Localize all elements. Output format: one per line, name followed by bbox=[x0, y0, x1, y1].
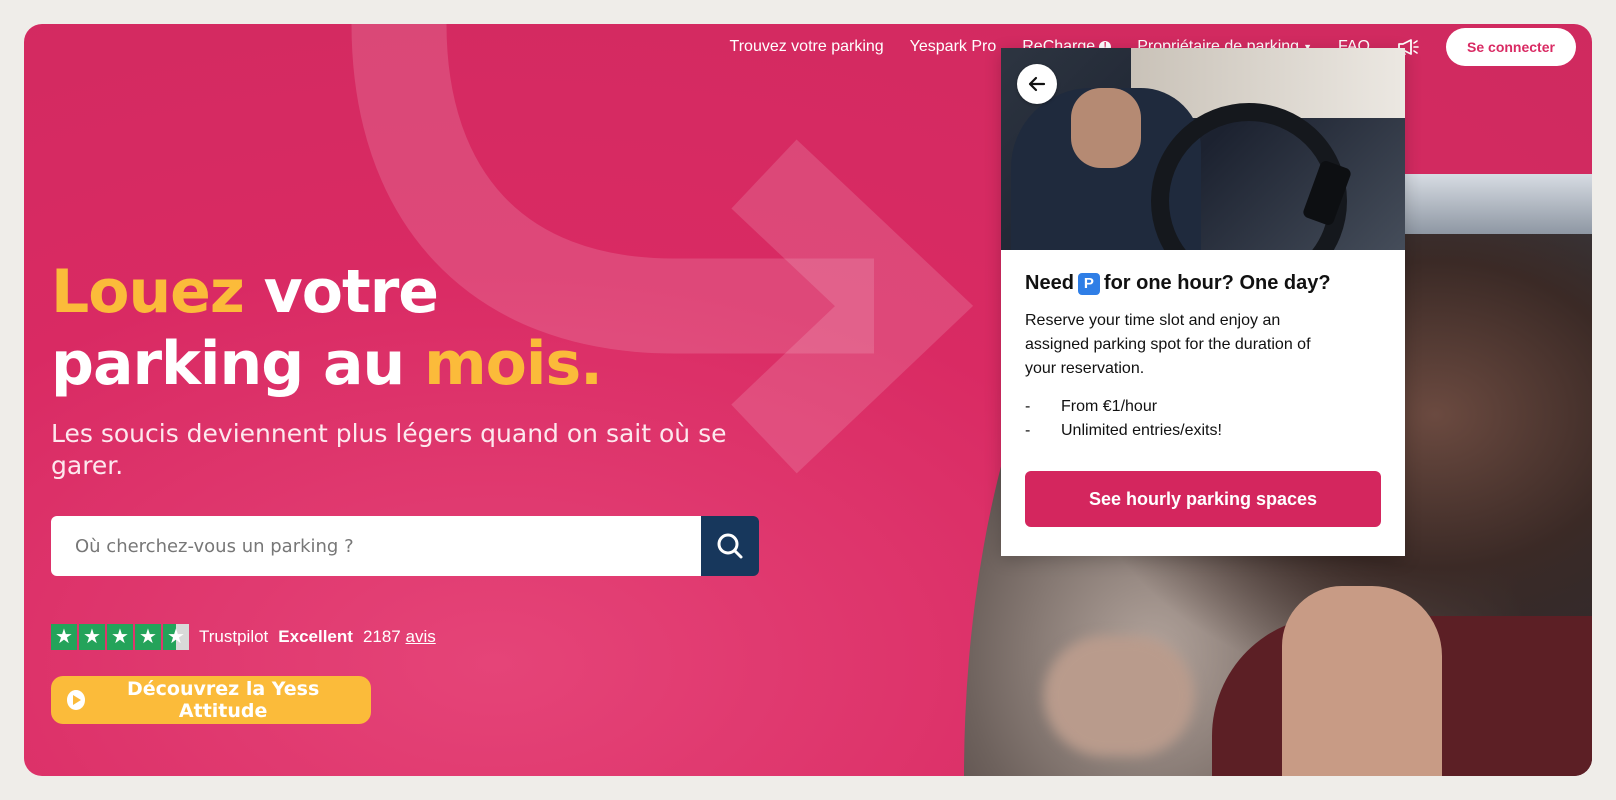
trustpilot-rating: ★ ★ ★ ★ ★ Trustpilot Excellent 2187 avis bbox=[51, 624, 436, 650]
feature-price: From €1/hour bbox=[1061, 398, 1158, 415]
play-icon bbox=[67, 690, 86, 710]
hourly-parking-card: Need P for one hour? One day? Reserve yo… bbox=[1001, 48, 1405, 556]
card-title: Need P for one hour? One day? bbox=[1025, 272, 1381, 295]
back-button[interactable] bbox=[1017, 64, 1057, 104]
trustpilot-brand: Trustpilot bbox=[199, 627, 269, 646]
yess-attitude-button[interactable]: Découvrez la Yess Attitude bbox=[51, 676, 371, 724]
review-count-number: 2187 bbox=[362, 627, 401, 646]
star-icon: ★ bbox=[79, 624, 105, 650]
rating-stars: ★ ★ ★ ★ ★ bbox=[51, 624, 189, 650]
nav-link-yespark-pro[interactable]: Yespark Pro bbox=[910, 38, 997, 56]
card-title-after: for one hour? One day? bbox=[1103, 272, 1331, 294]
feature-entries: Unlimited entries/exits! bbox=[1061, 422, 1222, 439]
hero-subtitle: Les soucis deviennent plus légers quand … bbox=[51, 419, 727, 480]
star-icon: ★ bbox=[135, 624, 161, 650]
parking-search bbox=[51, 516, 759, 576]
arrow-left-icon bbox=[1028, 76, 1046, 92]
card-feature-list: - From €1/hour - Unlimited entries/exits! bbox=[1025, 395, 1381, 443]
card-image bbox=[1001, 48, 1405, 250]
hero-title-accent-2: mois. bbox=[424, 329, 603, 399]
see-hourly-parking-button[interactable]: See hourly parking spaces bbox=[1025, 471, 1381, 527]
search-icon bbox=[717, 533, 743, 559]
hero-title: Louez votre parking au mois. bbox=[51, 256, 603, 400]
hero-title-part-2: votre bbox=[243, 257, 439, 327]
star-icon: ★ bbox=[107, 624, 133, 650]
search-button[interactable] bbox=[701, 516, 759, 576]
half-star-icon: ★ bbox=[163, 624, 189, 650]
yess-attitude-label: Découvrez la Yess Attitude bbox=[127, 678, 320, 722]
parking-icon: P bbox=[1077, 272, 1100, 295]
trustpilot-review-count: 2187 avis bbox=[363, 627, 436, 647]
reviews-link[interactable]: avis bbox=[406, 627, 436, 646]
trustpilot-rating-word: Excellent bbox=[278, 627, 353, 646]
list-item: - From €1/hour bbox=[1025, 395, 1381, 419]
hero-title-part-3: parking au bbox=[51, 329, 425, 399]
search-input[interactable] bbox=[51, 516, 701, 576]
list-item: - Unlimited entries/exits! bbox=[1025, 419, 1381, 443]
card-description: Reserve your time slot and enjoy an assi… bbox=[1025, 312, 1311, 377]
hero-title-accent-1: Louez bbox=[51, 257, 245, 327]
decorative-arrow-graphic bbox=[351, 24, 974, 474]
nav-link-find-parking[interactable]: Trouvez votre parking bbox=[730, 38, 884, 56]
login-button[interactable]: Se connecter bbox=[1446, 28, 1576, 66]
card-title-before: Need bbox=[1025, 272, 1074, 294]
star-icon: ★ bbox=[51, 624, 77, 650]
